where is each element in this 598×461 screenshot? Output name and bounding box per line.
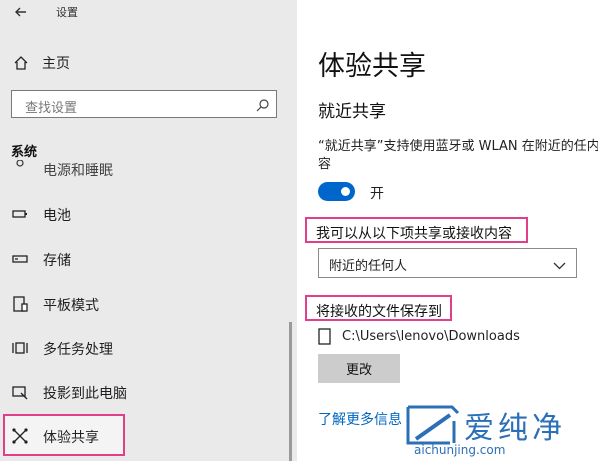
search-input[interactable]: 查找设置 (11, 90, 277, 118)
search-placeholder: 查找设置 (25, 101, 78, 116)
sidebar-item-label: 电池 (43, 208, 71, 224)
sidebar-item-label: 体验共享 (43, 430, 99, 446)
title-bar: 设置 (0, 0, 297, 26)
watermark-url: aichunjing.com (414, 443, 506, 457)
sidebar-item-home[interactable]: 主页 (0, 50, 297, 76)
sidebar-item-storage[interactable]: 存储 (0, 242, 297, 276)
save-path: C:\Users\lenovo\Downloads (342, 329, 520, 344)
sidebar-item-label: 投影到此电脑 (43, 386, 127, 402)
sidebar-item-tablet-mode[interactable]: 平板模式 (0, 287, 297, 321)
sidebar-item-label: 平板模式 (43, 298, 99, 314)
sidebar-scrollbar[interactable] (289, 322, 292, 461)
sidebar-item-project[interactable]: 投影到此电脑 (0, 375, 297, 409)
nearby-sharing-description: “就近共享”支持使用蓝牙或 WLAN 在附近的任内容 (318, 139, 598, 172)
sidebar: 设置 主页 查找设置 系统 电源和睡眠 电池 存储 平板模式 多任务处理 投影到… (0, 0, 297, 461)
app-title: 设置 (56, 6, 78, 19)
chevron-down-icon (553, 257, 566, 270)
main-panel: 体验共享 就近共享 “就近共享”支持使用蓝牙或 WLAN 在附近的任内容 开 我… (297, 0, 598, 461)
toggle-state-label: 开 (370, 186, 384, 202)
section-title: 就近共享 (318, 102, 386, 122)
toggle-knob (341, 187, 350, 196)
change-button[interactable]: 更改 (318, 354, 400, 383)
sidebar-item-label: 多任务处理 (43, 342, 113, 358)
share-from-highlight: 我可以从以下项共享或接收内容 (305, 217, 528, 243)
page-title: 体验共享 (318, 51, 426, 82)
save-to-label: 将接收的文件保存到 (316, 304, 442, 320)
share-from-label: 我可以从以下项共享或接收内容 (316, 226, 512, 242)
file-icon (318, 328, 331, 345)
project-icon (11, 383, 29, 401)
learn-more-link[interactable]: 了解更多信息 (318, 409, 402, 429)
sidebar-item-battery[interactable]: 电池 (0, 197, 297, 231)
sidebar-item-shared-experiences[interactable]: 体验共享 (0, 419, 297, 453)
watermark: 爱纯净 aichunjing.com (402, 399, 598, 461)
share-from-dropdown[interactable]: 附近的任何人 (318, 248, 577, 278)
save-to-highlight: 将接收的文件保存到 (305, 295, 452, 321)
nearby-sharing-toggle[interactable] (318, 182, 355, 201)
watermark-name: 爱纯净 (464, 411, 566, 446)
storage-icon (11, 250, 29, 268)
sidebar-item-label: 主页 (42, 56, 70, 72)
search-icon[interactable] (256, 97, 270, 112)
home-icon (13, 55, 29, 71)
dropdown-selected-value: 附近的任何人 (329, 259, 408, 274)
tablet-icon (11, 295, 29, 313)
sidebar-item-power-sleep[interactable]: 电源和睡眠 (0, 158, 297, 180)
sidebar-item-label: 存储 (43, 253, 71, 269)
sidebar-item-label: 电源和睡眠 (43, 163, 113, 179)
battery-icon (11, 205, 29, 223)
power-icon (11, 159, 29, 178)
sidebar-item-multitasking[interactable]: 多任务处理 (0, 331, 297, 365)
back-arrow-icon[interactable] (11, 2, 31, 22)
multitasking-icon (11, 339, 29, 357)
shared-experiences-icon (11, 427, 29, 445)
